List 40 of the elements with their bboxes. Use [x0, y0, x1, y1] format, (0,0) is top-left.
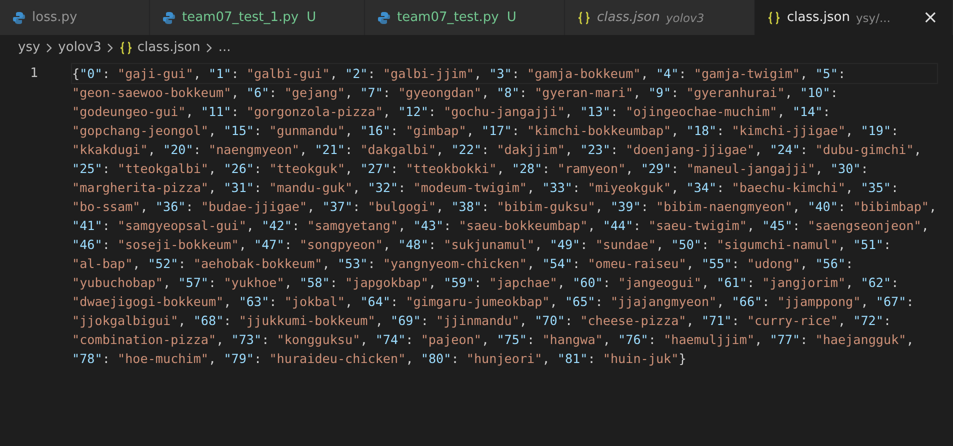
python-icon [377, 10, 391, 24]
code-line: {"0": "gaji-gui", "1": "galbi-gui", "2": "galbi-jjim", "3": "gamja-bokkeum", "4": "gamja-twigim", "5": [72, 64, 937, 83]
tab-description: yolov3 [666, 10, 704, 24]
code-line: "gopchang-jeongol", "15": "gunmandu", "16": "gimbap", "17": "kimchi-bokkeumbap", "18": "kimchi-jjigae", "19": [72, 122, 900, 140]
code-line: "78": "hoe-muchim", "79": "huraideu-chicken", "80": "hunjeori", "81": "huin-juk"} [72, 350, 688, 368]
line-number: 1 [29, 65, 38, 83]
chevron-right-icon [105, 42, 116, 54]
code-line: "25": "tteokgalbi", "26": "tteokguk", "27": "tteokbokki", "28": "ramyeon", "29": "maneul-jangajji", "30": [72, 160, 870, 178]
code-line: "bo-ssam", "36": "budae-jjigae", "37": "bulgogi", "38": "bibim-guksu", "39": "bibim-naengmyeon", "40": "bibimbap", [72, 198, 937, 216]
code-line: "dwaejigogi-bokkeum", "63": "jokbal", "64": "gimgaru-jumeokbap", "65": "jjajangmyeon", "66": "jjamppong", "67": [72, 293, 915, 311]
code-line: "jjokgalbigui", "68": "jjukkumi-bokkeum", "69": "jjinmandu", "70": "cheese-pizza", "71": "curry-rice", "72": [72, 312, 892, 330]
code-line: "al-bap", "52": "aehobak-bokkeum", "53": "yangnyeom-chicken", "54": "omeu-raiseu", "55": "udong", "56": [72, 255, 854, 273]
python-icon [12, 10, 26, 24]
tab-description: ysy/... [856, 10, 890, 24]
editor-tab[interactable]: loss.py [0, 0, 150, 35]
editor-tab[interactable]: team07_test.py U [365, 0, 565, 35]
breadcrumb-item[interactable]: yolov3 [58, 40, 102, 55]
git-status-label: U [506, 10, 516, 25]
git-status-label: U [306, 10, 316, 25]
editor-tab[interactable]: class.json ysy/... × [755, 0, 953, 35]
code-line: "geon-saewoo-bokkeum", "6": "gejang", "7": "gyeongdan", "8": "gyeran-mari", "9": "gyeranhurai", "10": [72, 84, 839, 102]
python-icon [162, 10, 176, 24]
code-line: "41": "samgyeopsal-gui", "42": "samgyetang", "43": "saeu-bokkeumbap", "44": "saeu-twigim", "45": "saengseonjeon", [72, 217, 930, 235]
code-line: "godeungeo-gui", "11": "gorgonzola-pizza", "12": "gochu-jangajji", "13": "ojingeochae-muchim", "14": [72, 103, 832, 121]
editor-tab[interactable]: class.json yolov3 [565, 0, 755, 35]
close-button[interactable]: × [920, 8, 940, 26]
braces-icon [577, 10, 591, 24]
code-line: "kkakdugi", "20": "naengmyeon", "21": "dakgalbi", "22": "dakjjim", "23": "doenjang-jjigae", "24": "dubu-gimchi", [72, 141, 922, 159]
breadcrumb-item[interactable]: class.json [137, 40, 200, 55]
chevron-right-icon [204, 42, 214, 54]
breadcrumb-item[interactable]: ... [218, 40, 231, 55]
editor-tab[interactable]: team07_test_1.py U [150, 0, 365, 35]
chevron-right-icon [44, 42, 54, 54]
code-line: "combination-pizza", "73": "kongguksu", "74": "pajeon", "75": "hangwa", "76": "haemuljjim", "77": "haejangguk", [72, 331, 915, 349]
breadcrumb-item[interactable]: ysy [18, 40, 40, 55]
braces-icon [119, 40, 134, 54]
code-line: "margherita-pizza", "31": "mandu-guk", "32": "modeum-twigim", "33": "miyeokguk", "34": "baechu-kimchi", "35": [72, 179, 900, 197]
braces-icon [767, 10, 781, 24]
code-line: "yubuchobap", "57": "yukhoe", "58": "japgokbap", "59": "japchae", "60": "jangeogui", "61": "jangjorim", "62": [72, 274, 900, 292]
code-line: "46": "soseji-bokkeum", "47": "songpyeon", "48": "sukjunamul", "49": "sundae", "50": "sigumchi-namul", "51": [72, 236, 892, 254]
